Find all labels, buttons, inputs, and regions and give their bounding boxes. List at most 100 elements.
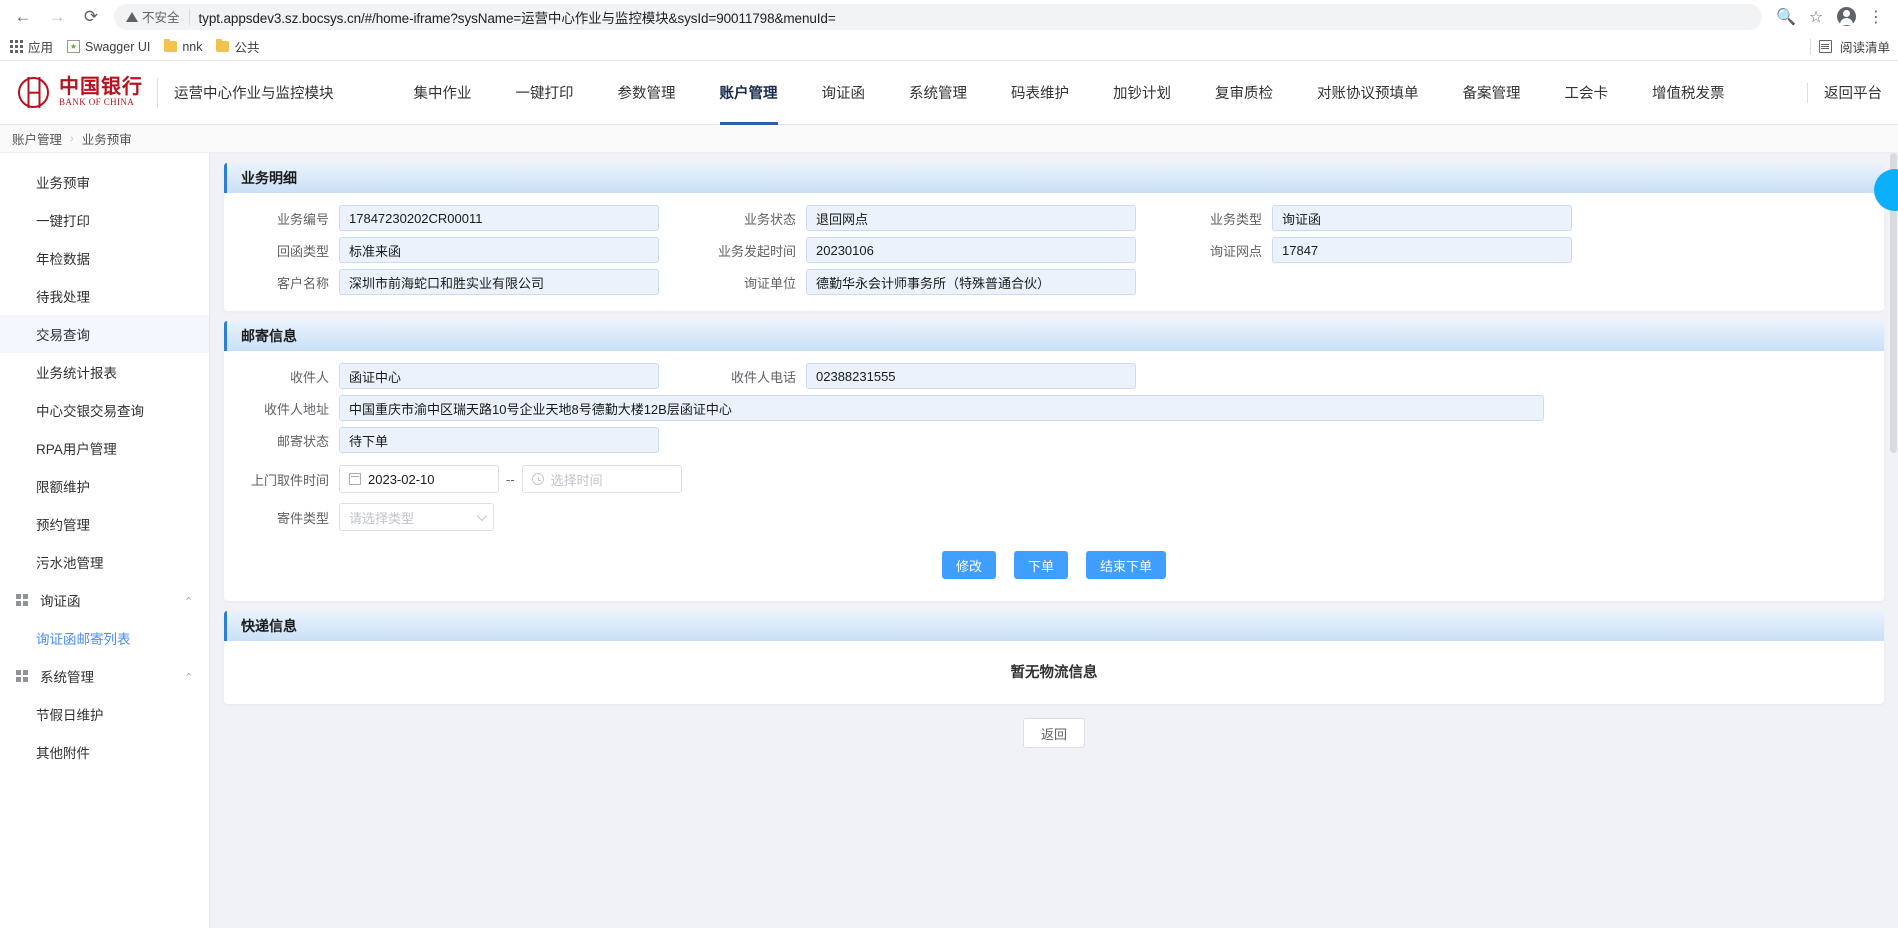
nav-label: 对账协议预填单 <box>1317 86 1419 102</box>
apps-shortcut[interactable]: 应用 <box>10 37 53 56</box>
field-label: 收件人 <box>289 369 329 385</box>
express-empty-message: 暂无物流信息 <box>1010 665 1098 681</box>
main-scrollbar[interactable] <box>1890 153 1897 928</box>
reading-list-entry[interactable]: 阅读清单 <box>1809 37 1890 56</box>
sidebar-item-wushuichi-guanli[interactable]: 污水池管理 <box>0 543 209 581</box>
nav-item-zengzhishui-fapiao[interactable]: 增值税发票 <box>1630 61 1747 125</box>
browser-toolbar: ← → ⟳ 不安全 typt.appsdev3.sz.bocsys.cn/#/h… <box>0 0 1898 33</box>
field-value[interactable]: 标准来函 <box>339 237 659 263</box>
nav-item-gonghuika[interactable]: 工会卡 <box>1543 61 1631 125</box>
apps-grid-icon <box>10 40 23 53</box>
nav-item-bei-an-guanli[interactable]: 备案管理 <box>1441 61 1543 125</box>
modify-button[interactable]: 修改 <box>941 551 996 579</box>
breadcrumb-separator-icon: › <box>70 132 74 145</box>
field-label: 客户名称 <box>276 275 329 291</box>
bookmark-star-icon[interactable]: ☆ <box>1802 3 1830 31</box>
sidebar-group-xitong-guanli[interactable]: 系统管理 ⌄ <box>0 657 209 695</box>
sidebar-group-xunzhenghan[interactable]: 询证函 ⌄ <box>0 581 209 619</box>
sidebar-item-rpa-yonghu-guanli[interactable]: RPA用户管理 <box>0 429 209 467</box>
field-value[interactable]: 20230106 <box>806 237 1136 263</box>
field-value[interactable]: 询证函 <box>1272 205 1572 231</box>
pickup-date-input[interactable]: 2023-02-10 <box>339 465 499 493</box>
folder-icon <box>216 39 230 52</box>
nav-item-fushen-zhijian[interactable]: 复审质检 <box>1193 61 1295 125</box>
sidebar-item-jiejiari-weihu[interactable]: 节假日维护 <box>0 695 209 733</box>
reading-list-label: 阅读清单 <box>1839 41 1890 55</box>
reload-button[interactable]: ⟳ <box>76 2 106 32</box>
warning-triangle-icon <box>126 11 138 22</box>
sidebar-item-yijian-dayin[interactable]: 一键打印 <box>0 201 209 239</box>
nav-item-jizhong-zuoye[interactable]: 集中作业 <box>392 61 494 125</box>
finish-order-button[interactable]: 结束下单 <box>1086 551 1167 579</box>
sidebar-group-zhanghu-guanli[interactable]: 账户管理 ⌄ <box>0 153 209 163</box>
boc-logo[interactable]: 中国银行 BANK OF CHINA <box>0 77 143 108</box>
nav-item-xunzhenghan[interactable]: 询证函 <box>800 61 888 125</box>
field-value[interactable]: 17847230202CR00011 <box>339 205 659 231</box>
field-value[interactable]: 退回网点 <box>806 205 1136 231</box>
sidebar-item-yewu-yushen[interactable]: 业务预审 <box>0 163 209 201</box>
field-value[interactable]: 中国重庆市渝中区瑞天路10号企业天地8号德勤大楼12B层函证中心 <box>339 395 1544 421</box>
nav-item-jiachao-jihua[interactable]: 加钞计划 <box>1091 61 1193 125</box>
reading-list-icon <box>1818 40 1832 53</box>
parcel-type-select[interactable]: 请选择类型 <box>339 503 494 531</box>
nav-item-canshu-guanli[interactable]: 参数管理 <box>596 61 698 125</box>
mail-info-row-5: 寄件类型 请选择类型 <box>234 503 1874 531</box>
breadcrumb-parent[interactable]: 账户管理 <box>12 129 62 148</box>
field-label: 询证单位 <box>743 275 796 291</box>
field-label: 业务状态 <box>743 211 796 227</box>
field-label: 邮寄状态 <box>276 433 329 449</box>
back-button[interactable]: 返回 <box>1022 718 1085 748</box>
address-bar[interactable]: 不安全 typt.appsdev3.sz.bocsys.cn/#/home-if… <box>114 3 1762 30</box>
sidebar-item-jiaoyi-chaxun[interactable]: 交易查询 <box>0 315 209 353</box>
sidebar-item-xian-e-weihu[interactable]: 限额维护 <box>0 467 209 505</box>
zoom-out-icon[interactable]: 🔍 <box>1772 3 1800 31</box>
nav-item-mabiao-weihu[interactable]: 码表维护 <box>989 61 1091 125</box>
field-value[interactable]: 17847 <box>1272 237 1572 263</box>
bookmark-label: nnk <box>182 39 203 54</box>
field-value[interactable]: 德勤华永会计师事务所（特殊普通合伙） <box>806 269 1136 295</box>
sidebar-item-zhongxin-jiaoyin-chaxun[interactable]: 中心交银交易查询 <box>0 391 209 429</box>
return-platform-button[interactable]: 返回平台 <box>1808 82 1898 103</box>
boc-logo-en: BANK OF CHINA <box>59 97 135 108</box>
nav-label: 码表维护 <box>1011 86 1069 102</box>
sidebar-item-qita-fujian[interactable]: 其他附件 <box>0 733 209 771</box>
bookmarks-bar: 应用 ★ Swagger UI nnk 公共 阅读清单 <box>0 33 1898 61</box>
pickup-time-input[interactable]: 选择时间 <box>521 465 682 493</box>
sidebar-item-daiwo-chuli[interactable]: 待我处理 <box>0 277 209 315</box>
bookmark-public[interactable]: 公共 <box>216 37 260 56</box>
bookmark-swagger-ui[interactable]: ★ Swagger UI <box>67 40 150 54</box>
profile-avatar-icon[interactable] <box>1832 3 1860 31</box>
chrome-menu-icon[interactable]: ⋮ <box>1862 3 1890 31</box>
field-value[interactable]: 深圳市前海蛇口和胜实业有限公司 <box>339 269 659 295</box>
sidebar-item-label: 询证函邮寄列表 <box>36 632 131 647</box>
sidebar-item-nianjian-shuju[interactable]: 年检数据 <box>0 239 209 277</box>
bookmark-nnk[interactable]: nnk <box>164 39 203 54</box>
security-indicator[interactable]: 不安全 <box>126 7 180 26</box>
back-button[interactable]: ← <box>8 2 38 32</box>
nav-item-yijian-dayin[interactable]: 一键打印 <box>494 61 596 125</box>
nav-label: 备案管理 <box>1462 86 1521 102</box>
sidebar-item-label: 预约管理 <box>36 518 90 533</box>
nav-item-zhanghu-guanli[interactable]: 账户管理 <box>698 61 800 125</box>
folder-icon <box>164 39 178 52</box>
field-recipient: 收件人 函证中心 <box>234 363 659 389</box>
field-value[interactable]: 02388231555 <box>806 363 1136 389</box>
sidebar-item-xunzhenghan-youji-liebiao[interactable]: 询证函邮寄列表 <box>0 619 209 657</box>
field-value[interactable]: 函证中心 <box>339 363 659 389</box>
field-label: 业务发起时间 <box>717 243 796 259</box>
place-order-button[interactable]: 下单 <box>1013 551 1068 579</box>
field-business-type: 业务类型 询证函 <box>1192 205 1572 231</box>
calendar-icon <box>349 473 361 485</box>
chevron-up-icon: ⌄ <box>183 669 193 682</box>
forward-button[interactable]: → <box>42 2 72 32</box>
boc-logo-text: 中国银行 BANK OF CHINA <box>59 77 143 107</box>
sidebar-item-yewu-tongji-baobiao[interactable]: 业务统计报表 <box>0 353 209 391</box>
nav-item-duizhang-xieyi[interactable]: 对账协议预填单 <box>1295 61 1441 125</box>
mail-info-row-3: 邮寄状态 待下单 <box>234 427 1874 453</box>
field-label: 回函类型 <box>276 243 329 259</box>
field-value[interactable]: 待下单 <box>339 427 659 453</box>
sidebar-item-yuyue-guanli[interactable]: 预约管理 <box>0 505 209 543</box>
nav-item-xitong-guanli[interactable]: 系统管理 <box>887 61 989 125</box>
business-detail-row-1: 业务编号 17847230202CR00011 业务状态 退回网点 业务类型 询… <box>234 205 1874 231</box>
business-detail-row-3: 客户名称 深圳市前海蛇口和胜实业有限公司 询证单位 德勤华永会计师事务所（特殊普… <box>234 269 1874 295</box>
